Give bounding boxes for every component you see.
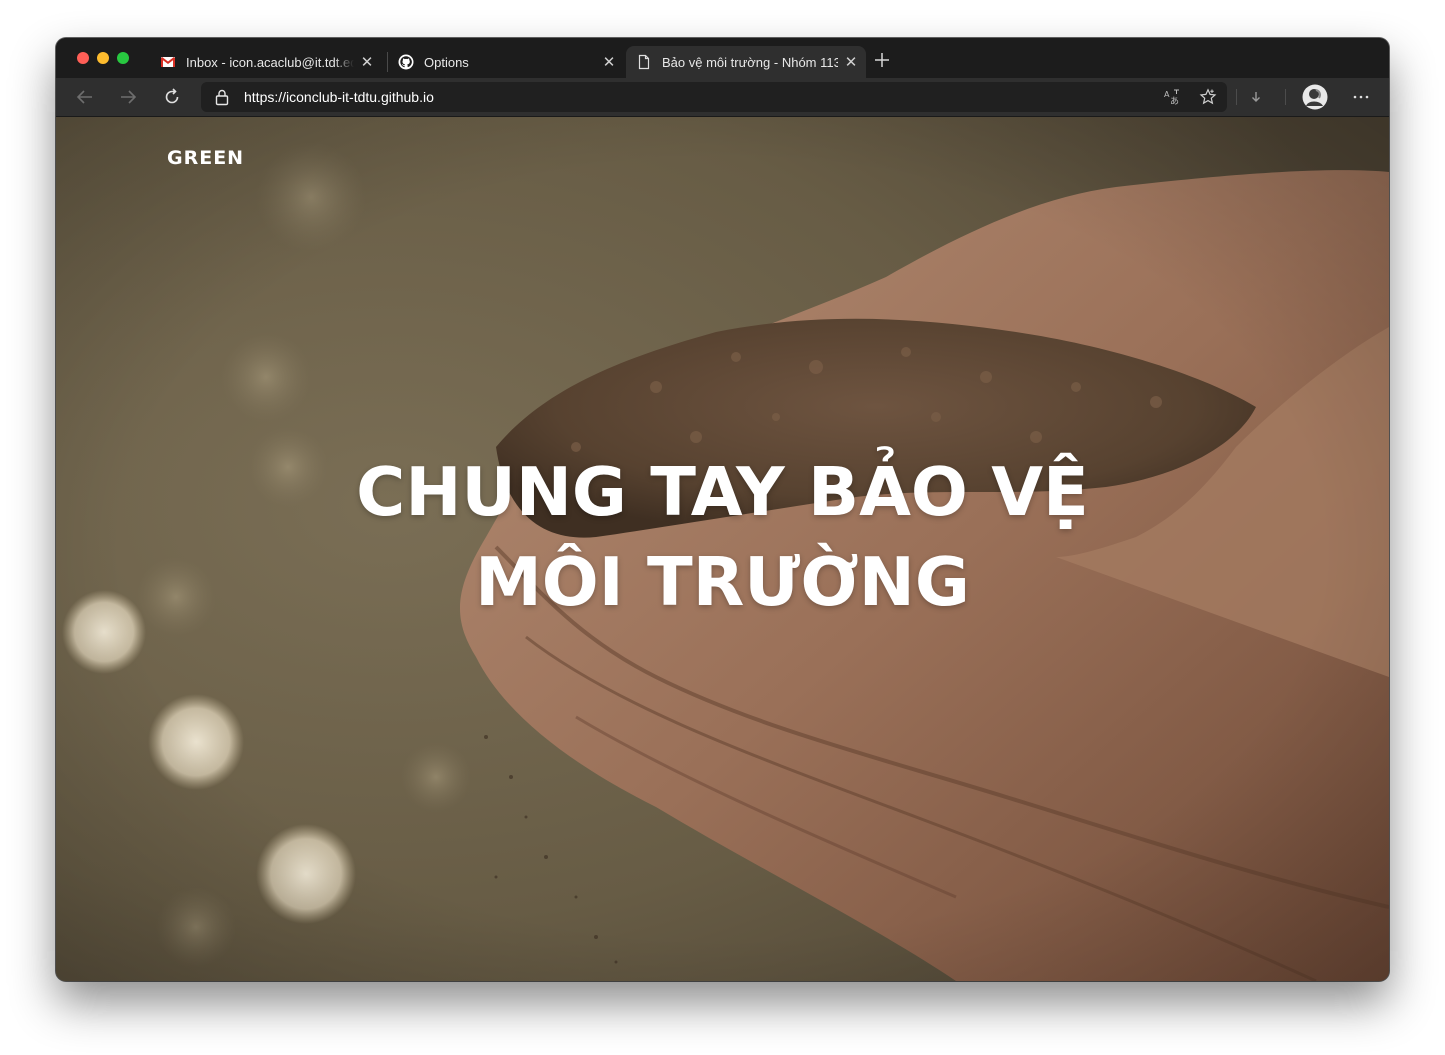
tab-bao-ve-moi-truong[interactable]: Bảo vệ môi trường - Nhóm 113 ✕	[626, 46, 866, 78]
url-text: https://iconclub-it-tdtu.github.io	[244, 89, 434, 105]
close-tab-icon[interactable]: ✕	[600, 53, 618, 71]
close-tab-icon[interactable]: ✕	[842, 53, 860, 71]
browser-toolbar: https://iconclub-it-tdtu.github.io A あ	[56, 78, 1389, 117]
web-page: GREEN CHUNG TAY BẢO VỆ MÔI TRƯỜNG	[56, 117, 1389, 981]
hero-headline: CHUNG TAY BẢO VỆ MÔI TRƯỜNG	[56, 447, 1389, 627]
toolbar-divider	[1285, 89, 1286, 105]
reload-icon	[165, 88, 179, 104]
arrow-left-icon	[76, 90, 92, 104]
back-button[interactable]	[73, 85, 97, 109]
lock-icon[interactable]	[214, 88, 230, 106]
more-menu-button[interactable]	[1349, 85, 1373, 109]
tab-title: Inbox - icon.acaclub@it.tdt.edu.vn	[186, 54, 354, 70]
browser-window: Inbox - icon.acaclub@it.tdt.edu.vn ✕ Opt…	[56, 38, 1389, 981]
address-bar[interactable]: https://iconclub-it-tdtu.github.io A あ	[201, 82, 1227, 112]
download-icon	[1252, 92, 1260, 102]
headline-line: CHUNG TAY BẢO VỆ	[356, 453, 1089, 531]
page-icon	[638, 54, 650, 70]
arrow-right-icon	[121, 90, 137, 104]
tab-divider	[387, 52, 388, 72]
avatar-icon	[1302, 84, 1328, 110]
close-tab-icon[interactable]: ✕	[358, 53, 376, 71]
minimize-window-button[interactable]	[97, 52, 109, 64]
tab-title: Options	[424, 54, 469, 70]
toolbar-divider	[1236, 89, 1237, 105]
site-logo[interactable]: GREEN	[167, 147, 244, 169]
close-window-button[interactable]	[77, 52, 89, 64]
tab-title: Bảo vệ môi trường - Nhóm 113	[662, 54, 838, 70]
headline-line: MÔI TRƯỜNG	[475, 543, 970, 621]
translate-icon[interactable]: A あ	[1163, 88, 1181, 106]
reload-button[interactable]	[160, 85, 184, 109]
tab-strip: Inbox - icon.acaclub@it.tdt.edu.vn ✕ Opt…	[56, 38, 1389, 78]
forward-button[interactable]	[116, 85, 140, 109]
gmail-icon	[160, 57, 176, 67]
tab-inbox[interactable]: Inbox - icon.acaclub@it.tdt.edu.vn ✕	[152, 46, 382, 78]
star-icon[interactable]	[1199, 88, 1217, 106]
plus-icon	[875, 53, 889, 67]
github-icon	[398, 54, 414, 70]
svg-text:あ: あ	[1170, 96, 1179, 106]
profile-button[interactable]	[1302, 84, 1328, 110]
maximize-window-button[interactable]	[117, 52, 129, 64]
more-horizontal-icon	[1353, 95, 1369, 99]
new-tab-button[interactable]	[872, 50, 892, 70]
downloads-button[interactable]	[1244, 85, 1268, 109]
tab-options[interactable]: Options ✕	[390, 46, 624, 78]
